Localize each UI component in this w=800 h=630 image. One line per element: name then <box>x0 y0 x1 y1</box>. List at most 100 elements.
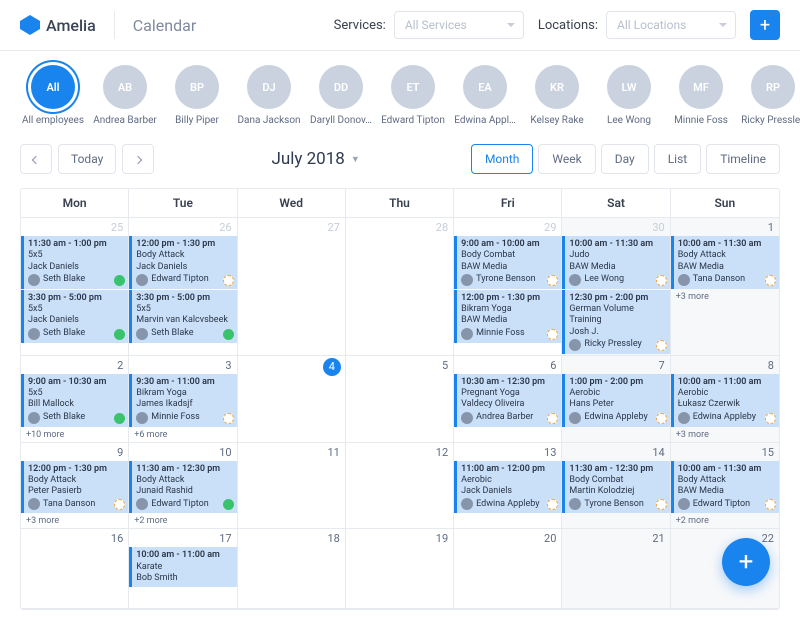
calendar-cell[interactable]: 299:00 am - 10:00 amBody CombatBAW Media… <box>454 218 562 356</box>
status-badge <box>656 413 667 424</box>
employee-name: Billy Piper <box>175 115 219 126</box>
calendar-event[interactable]: 3:30 pm - 5:00 pm5x5Jack DanielsSeth Bla… <box>21 290 128 343</box>
brand-logo[interactable]: Amelia <box>20 15 96 35</box>
more-events-link[interactable]: +3 more <box>21 514 128 528</box>
event-employee: Tana Danson <box>43 499 95 510</box>
calendar-event[interactable]: 9:00 am - 10:30 am5x5Bill MallockSeth Bl… <box>21 374 128 427</box>
calendar-event[interactable]: 11:00 am - 12:00 pmAerobicJack DanielsEd… <box>454 461 561 514</box>
event-time: 9:00 am - 10:30 am <box>28 377 124 388</box>
calendar-cell[interactable]: 18 <box>238 529 346 609</box>
day-number: 30 <box>652 221 664 234</box>
calendar-event[interactable]: 10:00 am - 11:30 amBody AttackBAW MediaE… <box>671 461 779 514</box>
calendar-cell[interactable]: 30 10:00 am - 11:30 amJudoBAW MediaLee Wo… <box>562 218 670 356</box>
today-button[interactable]: Today <box>58 144 116 174</box>
calendar-cell[interactable]: 21 <box>562 529 670 609</box>
view-day[interactable]: Day <box>601 144 649 174</box>
chevron-down-icon: ▼ <box>351 154 360 165</box>
fab-add-button[interactable]: + <box>722 538 770 586</box>
calendar-cell[interactable]: 19 <box>346 529 454 609</box>
calendar-event[interactable]: 9:30 am - 11:00 amBikram YogaJames Ikads… <box>129 374 236 427</box>
calendar-event[interactable]: 1:00 pm - 2:00 pmAerobicHans PeterEdwina… <box>562 374 669 427</box>
calendar-cell[interactable]: 1411:30 am - 12:30 pmBody CombatMartin K… <box>562 443 670 530</box>
employee-filter[interactable]: LWLee Wong <box>596 65 662 126</box>
calendar-cell[interactable]: 4 <box>238 356 346 443</box>
current-period[interactable]: July 2018 ▼ <box>160 149 471 169</box>
employee-filter[interactable]: KRKelsey Rake <box>524 65 590 126</box>
more-events-link[interactable]: +2 more <box>671 514 779 528</box>
employee-filter[interactable]: ETEdward Tipton <box>380 65 446 126</box>
calendar-event[interactable]: 10:00 am - 11:00 amAerobicŁukasz Czerwik… <box>671 374 779 427</box>
employee-filter[interactable]: DJDana Jackson <box>236 65 302 126</box>
calendar-event[interactable]: 11:30 am - 1:00 pm5x5Jack DanielsSeth Bl… <box>21 236 128 289</box>
calendar-cell[interactable]: 1011:30 am - 12:30 pmBody AttackJunaid R… <box>129 443 237 530</box>
chevron-left-icon <box>32 156 40 164</box>
status-badge <box>223 329 234 340</box>
more-events-link[interactable]: +3 more <box>671 290 779 304</box>
calendar-cell[interactable]: 912:00 pm - 1:30 pmBody AttackPeter Pasi… <box>21 443 129 530</box>
more-events-link[interactable]: +3 more <box>671 428 779 442</box>
view-month[interactable]: Month <box>471 144 533 174</box>
employee-filter[interactable]: AllAll employees <box>20 65 86 126</box>
more-events-link[interactable]: +2 more <box>129 514 236 528</box>
calendar-event[interactable]: 11:30 am - 12:30 pmBody AttackJunaid Ras… <box>129 461 236 514</box>
calendar-event[interactable]: 10:00 am - 11:00 amKarateBob Smith <box>129 547 236 587</box>
employee-filter[interactable]: MFMinnie Foss <box>668 65 734 126</box>
event-title: Body Combat <box>569 475 665 486</box>
employee-filter[interactable]: ABAndrea Barber <box>92 65 158 126</box>
calendar-cell[interactable]: 71:00 pm - 2:00 pmAerobicHans PeterEdwin… <box>562 356 670 443</box>
calendar-event[interactable]: 3:30 pm - 5:00 pm5x5Marvin van Kalcvsbee… <box>129 290 236 343</box>
more-events-link[interactable]: +6 more <box>129 428 236 442</box>
calendar-cell[interactable]: 12 <box>346 443 454 530</box>
view-week[interactable]: Week <box>538 144 595 174</box>
calendar-event[interactable]: 12:00 pm - 1:30 pmBody AttackJack Daniel… <box>129 236 236 289</box>
event-employee: Edward Tipton <box>151 499 208 510</box>
view-list[interactable]: List <box>654 144 702 174</box>
employee-filter[interactable]: BPBilly Piper <box>164 65 230 126</box>
calendar-event[interactable]: 12:00 pm - 1:30 pmBody AttackPeter Pasie… <box>21 461 128 514</box>
calendar-cell[interactable]: 29:00 am - 10:30 am5x5Bill MallockSeth B… <box>21 356 129 443</box>
event-client: BAW Media <box>461 315 557 326</box>
status-badge <box>223 275 234 286</box>
event-time: 10:00 am - 11:30 am <box>678 239 775 250</box>
view-timeline[interactable]: Timeline <box>706 144 780 174</box>
calendar-cell[interactable]: 16 <box>21 529 129 609</box>
event-employee: Lee Wong <box>584 274 624 285</box>
event-time: 11:30 am - 12:30 pm <box>569 464 665 475</box>
calendar-cell[interactable]: 1311:00 am - 12:00 pmAerobicJack Daniels… <box>454 443 562 530</box>
calendar-cell[interactable]: 27 <box>238 218 346 356</box>
calendar-event[interactable]: 10:00 am - 11:30 amBody AttackBAW MediaT… <box>671 236 779 289</box>
add-button[interactable]: + <box>750 10 780 40</box>
calendar-event[interactable]: 11:30 am - 12:30 pmBody CombatMartin Kol… <box>562 461 669 514</box>
chevron-right-icon <box>134 156 142 164</box>
calendar-event[interactable]: 9:00 am - 10:00 amBody CombatBAW MediaTy… <box>454 236 561 289</box>
employee-filter[interactable]: RPRicky Pressley <box>740 65 800 126</box>
avatar <box>569 498 581 510</box>
calendar-cell[interactable]: 810:00 am - 11:00 amAerobicŁukasz Czerwi… <box>671 356 779 443</box>
calendar-grid: MonTueWedThuFriSatSun 2511:30 am - 1:00 … <box>20 188 780 610</box>
locations-select[interactable]: All Locations <box>606 11 736 39</box>
calendar-cell[interactable]: 5 <box>346 356 454 443</box>
calendar-cell[interactable]: 28 <box>346 218 454 356</box>
next-button[interactable] <box>122 144 154 174</box>
calendar-event[interactable]: 12:00 pm - 1:30 pmBikram YogaBAW MediaMi… <box>454 290 561 343</box>
calendar-cell[interactable]: 110:00 am - 11:30 amBody AttackBAW Media… <box>671 218 779 356</box>
calendar-cell[interactable]: 3 9:30 am - 11:00 amBikram YogaJames Ikad… <box>129 356 237 443</box>
employee-filter[interactable]: DDDaryll Donov… <box>308 65 374 126</box>
status-badge <box>547 329 558 340</box>
employee-filter[interactable]: EAEdwina Appl… <box>452 65 518 126</box>
services-select[interactable]: All Services <box>394 11 524 39</box>
day-number: 3 <box>225 359 231 372</box>
calendar-cell[interactable]: 1710:00 am - 11:00 amKarateBob Smith <box>129 529 237 609</box>
more-events-link[interactable]: +10 more <box>21 428 128 442</box>
calendar-event[interactable]: 12:30 pm - 2:00 pmGerman Volume Training… <box>562 290 669 354</box>
calendar-cell[interactable]: 20 <box>454 529 562 609</box>
calendar-cell[interactable]: 1510:00 am - 11:30 amBody AttackBAW Medi… <box>671 443 779 530</box>
event-employee: Edwina Appleby <box>693 412 756 423</box>
prev-button[interactable] <box>20 144 52 174</box>
calendar-cell[interactable]: 2612:00 pm - 1:30 pmBody AttackJack Dani… <box>129 218 237 356</box>
calendar-event[interactable]: 10:00 am - 11:30 amJudoBAW MediaLee Wong <box>562 236 669 289</box>
calendar-event[interactable]: 10:30 am - 12:30 pmPregnant YogaValdecy … <box>454 374 561 427</box>
calendar-cell[interactable]: 2511:30 am - 1:00 pm5x5Jack DanielsSeth … <box>21 218 129 356</box>
calendar-cell[interactable]: 610:30 am - 12:30 pmPregnant YogaValdecy… <box>454 356 562 443</box>
calendar-cell[interactable]: 11 <box>238 443 346 530</box>
